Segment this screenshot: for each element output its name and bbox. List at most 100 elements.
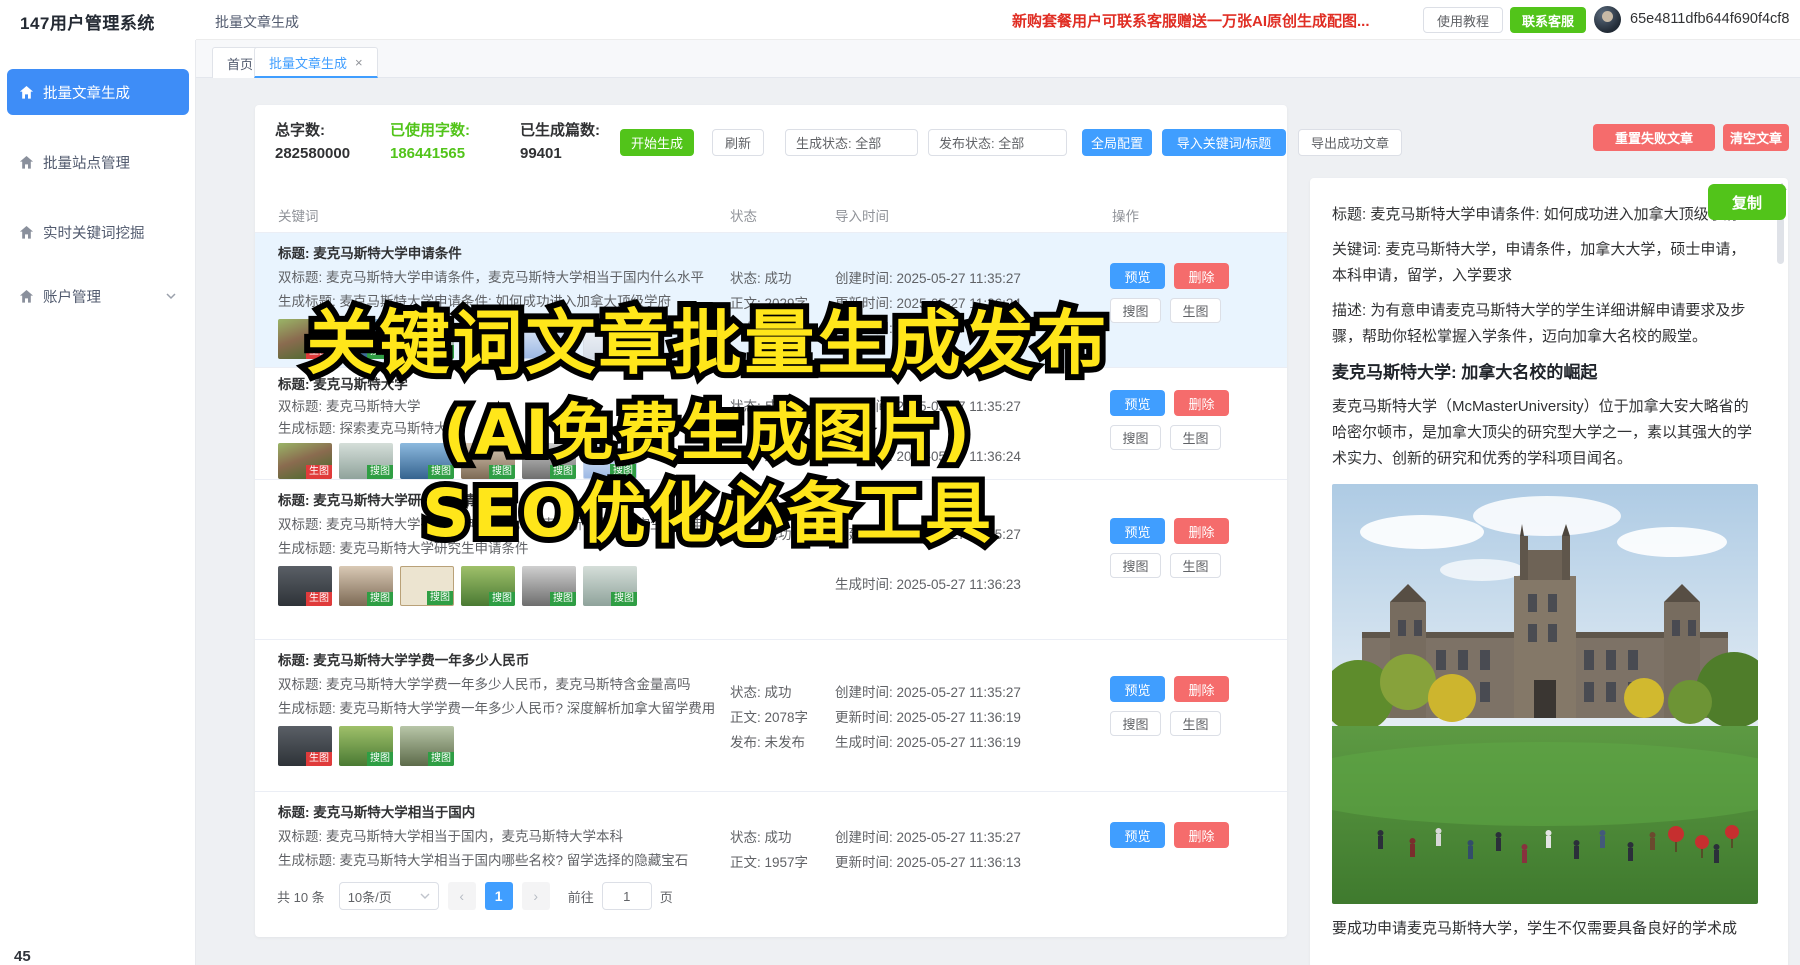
preview-button[interactable]: 预览 [1110, 390, 1165, 416]
thumb-label: 搜图 [489, 592, 515, 607]
pagination: 共 10 条 10条/页 ‹ 1 › 前往 页 [277, 882, 673, 910]
pagination-total: 共 10 条 [277, 887, 325, 906]
app-title: 147用户管理系统 [20, 9, 155, 34]
tutorial-button[interactable]: 使用教程 [1423, 7, 1503, 33]
thumbnail[interactable]: 搜图 [339, 726, 393, 766]
preview-keywords: 关键词: 麦克马斯特大学，申请条件，加拿大大学，硕士申请，本科申请，留学，入学要… [1332, 237, 1758, 289]
close-icon[interactable]: × [355, 55, 363, 70]
generate-image-button[interactable]: 生图 [1170, 425, 1221, 450]
stat-value: 282580000 [275, 145, 350, 162]
sidebar-item-account[interactable]: 账户管理 [7, 276, 189, 316]
stat-generated-articles: 已生成篇数: 99401 [520, 119, 600, 162]
thumbnail[interactable]: 搜图 [400, 566, 454, 606]
action-cell: 预览 删除 搜图 生图 [1110, 676, 1229, 745]
time-line: 更新时间: 2025-05-27 11:36:19 [835, 705, 1085, 730]
time-line: 创建时间: 2025-05-27 11:35:27 [835, 680, 1085, 705]
watermark-line-1: 关键词文章批量生成发布 [307, 308, 1110, 378]
status-line: 状态: 成功 [730, 680, 835, 705]
promo-notice[interactable]: 新购套餐用户可联系客服赠送一万张AI原创生成配图... [1012, 10, 1370, 31]
delete-button[interactable]: 删除 [1174, 822, 1229, 848]
status-line: 状态: 成功 [730, 266, 835, 291]
status-cell: 状态: 成功 正文: 1957字 [730, 825, 835, 868]
page-size-select[interactable]: 10条/页 [339, 882, 439, 910]
thumb-label: 搜图 [367, 752, 393, 767]
table-row[interactable]: 标题: 麦克马斯特大学相当于国内 双标题: 麦克马斯特大学相当于国内，麦克马斯特… [255, 792, 1287, 868]
preview-button[interactable]: 预览 [1110, 518, 1165, 544]
action-cell: 预览 删除 [1110, 822, 1229, 857]
global-config-button[interactable]: 全局配置 [1082, 129, 1152, 156]
table-row[interactable]: 标题: 麦克马斯特大学学费一年多少人民币 双标题: 麦克马斯特大学学费一年多少人… [255, 640, 1287, 792]
scrollbar[interactable] [1776, 180, 1787, 965]
page-number-1[interactable]: 1 [485, 882, 513, 910]
stat-total-words: 总字数: 282580000 [275, 119, 350, 162]
delete-button[interactable]: 删除 [1174, 390, 1229, 416]
sidebar-item-keyword-mining[interactable]: 实时关键词挖掘 [7, 212, 189, 252]
publish-status-select[interactable]: 发布状态: 全部 [928, 129, 1067, 156]
search-image-button[interactable]: 搜图 [1110, 553, 1161, 578]
sidebar-item-label: 账户管理 [43, 286, 101, 307]
stat-label: 已使用字数: [390, 119, 470, 140]
preview-description: 描述: 为有意申请麦克马斯特大学的学生详细讲解申请要求及步骤，帮助你轻松掌握入学… [1332, 298, 1758, 350]
thumbnail[interactable]: 生图 [278, 443, 332, 479]
status-line: 发布: 未发布 [730, 730, 835, 755]
avatar[interactable] [1594, 6, 1621, 33]
preview-body: 标题: 麦克马斯特大学申请条件: 如何成功进入加拿大顶级学府 关键词: 麦克马斯… [1332, 202, 1758, 951]
delete-button[interactable]: 删除 [1174, 518, 1229, 544]
thumbnail[interactable]: 搜图 [400, 726, 454, 766]
sidebar-item-batch-site[interactable]: 批量站点管理 [7, 142, 189, 182]
thumbnail[interactable]: 搜图 [522, 566, 576, 606]
preview-button[interactable]: 预览 [1110, 676, 1165, 702]
sidebar-item-label: 实时关键词挖掘 [43, 222, 145, 243]
import-keywords-button[interactable]: 导入关键词/标题 [1162, 129, 1286, 156]
reset-failed-button[interactable]: 重置失败文章 [1593, 124, 1715, 151]
thumbnail[interactable]: 搜图 [583, 566, 637, 606]
thumb-label: 搜图 [367, 592, 393, 607]
delete-button[interactable]: 删除 [1174, 263, 1229, 289]
contact-support-button[interactable]: 联系客服 [1510, 7, 1586, 33]
clear-articles-button[interactable]: 清空文章 [1723, 124, 1789, 151]
refresh-button[interactable]: 刷新 [712, 129, 764, 156]
home-icon [19, 85, 34, 100]
col-action: 操作 [1112, 200, 1139, 233]
top-header: 147用户管理系统 批量文章生成 新购套餐用户可联系客服赠送一万张AI原创生成配… [0, 0, 1800, 40]
thumbnail[interactable]: 搜图 [339, 566, 393, 606]
row-title: 标题: 麦克马斯特大学相当于国内 [278, 801, 855, 825]
col-status: 状态 [730, 200, 757, 233]
thumbnail[interactable]: 搜图 [461, 566, 515, 606]
home-icon [19, 155, 34, 170]
sidebar-item-batch-article[interactable]: 批量文章生成 [7, 69, 189, 115]
goto-page-input[interactable] [602, 882, 652, 910]
thumbnail[interactable]: 搜图 [339, 443, 393, 479]
generate-status-select[interactable]: 生成状态: 全部 [785, 129, 918, 156]
export-success-button[interactable]: 导出成功文章 [1298, 129, 1402, 156]
chevron-down-icon [420, 891, 430, 901]
next-page-button[interactable]: › [522, 882, 550, 910]
thumb-label: 生图 [306, 752, 332, 767]
thumbnail[interactable]: 生图 [278, 566, 332, 606]
preview-button[interactable]: 预览 [1110, 822, 1165, 848]
time-line: 生成时间: 2025-05-27 11:36:23 [835, 572, 1085, 597]
logo-area: 147用户管理系统 [0, 0, 196, 40]
delete-button[interactable]: 删除 [1174, 676, 1229, 702]
search-image-button[interactable]: 搜图 [1110, 298, 1161, 323]
stat-value: 186441565 [390, 145, 470, 162]
generate-image-button[interactable]: 生图 [1170, 298, 1221, 323]
generate-image-button[interactable]: 生图 [1170, 553, 1221, 578]
page-size-value: 10条/页 [348, 887, 392, 906]
thumb-label: 搜图 [428, 752, 454, 767]
preview-button[interactable]: 预览 [1110, 263, 1165, 289]
start-generate-button[interactable]: 开始生成 [620, 129, 694, 156]
row-title: 标题: 麦克马斯特大学学费一年多少人民币 [278, 649, 855, 673]
search-image-button[interactable]: 搜图 [1110, 425, 1161, 450]
prev-page-button[interactable]: ‹ [448, 882, 476, 910]
article-preview-panel: 复制 标题: 麦克马斯特大学申请条件: 如何成功进入加拿大顶级学府 关键词: 麦… [1310, 178, 1788, 965]
thumbnail[interactable]: 生图 [278, 726, 332, 766]
generate-image-button[interactable]: 生图 [1170, 711, 1221, 736]
stat-label: 总字数: [275, 119, 350, 140]
search-image-button[interactable]: 搜图 [1110, 711, 1161, 736]
tab-batch-article[interactable]: 批量文章生成 × [254, 47, 378, 78]
thumb-label: 搜图 [367, 465, 393, 480]
time-line: 生成时间: 2025-05-27 11:36:19 [835, 730, 1085, 755]
time-line: 更新时间: 2025-05-27 11:36:13 [835, 850, 1085, 868]
copy-button[interactable]: 复制 [1708, 184, 1786, 220]
